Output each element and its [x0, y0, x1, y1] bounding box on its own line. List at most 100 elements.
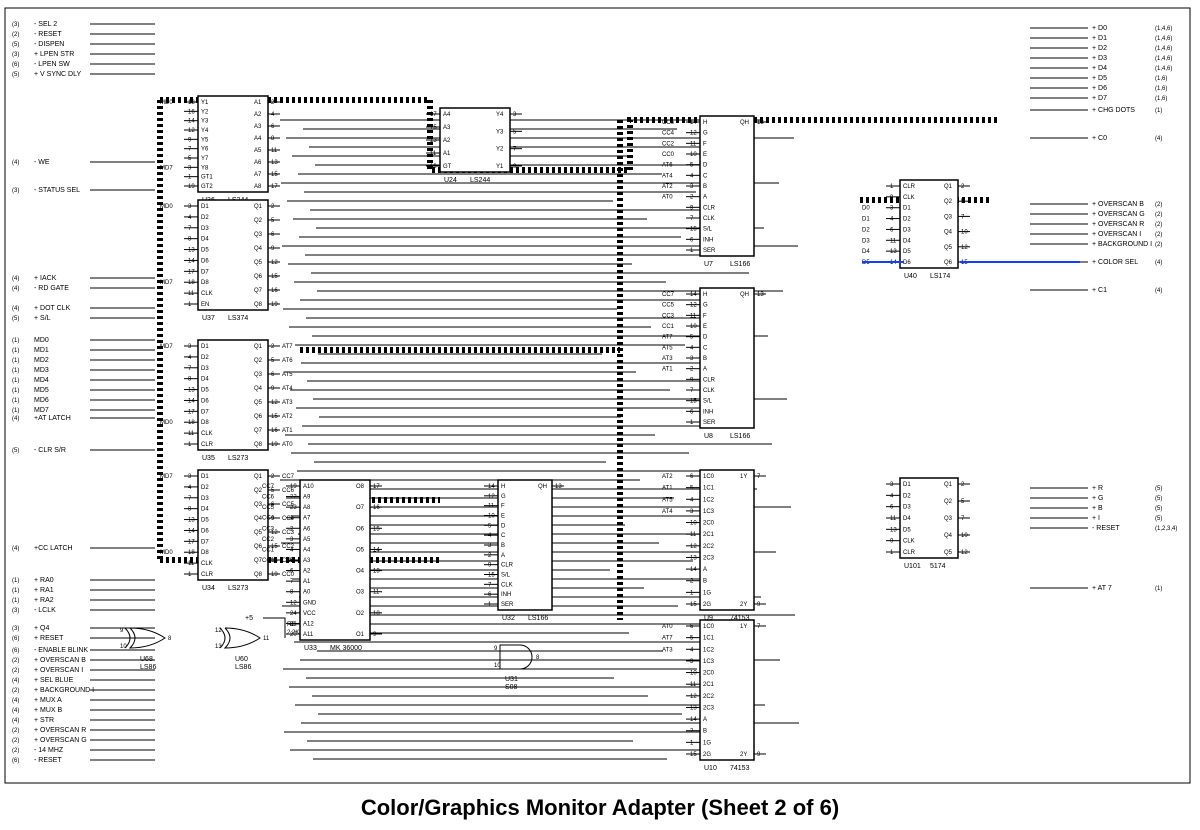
svg-text:D3: D3	[201, 496, 209, 502]
svg-text:6: 6	[271, 124, 275, 130]
svg-text:D5: D5	[903, 249, 911, 255]
svg-text:MD7: MD7	[160, 165, 173, 171]
svg-text:D6: D6	[201, 398, 209, 404]
svg-text:LS273: LS273	[228, 455, 248, 462]
svg-text:D3: D3	[903, 505, 911, 511]
svg-text:Y3: Y3	[201, 119, 209, 125]
svg-text:LS374: LS374	[228, 315, 248, 322]
svg-text:12: 12	[188, 128, 195, 134]
svg-text:17: 17	[188, 409, 195, 415]
svg-text:F: F	[703, 141, 707, 147]
svg-text:11: 11	[373, 590, 380, 596]
chip-u36: Y118MD0Y216Y314Y412Y59Y67Y75Y83MD7GT11GT…	[160, 96, 280, 204]
svg-text:Y7: Y7	[201, 156, 209, 162]
svg-text:MD0: MD0	[160, 204, 173, 210]
svg-text:9: 9	[188, 137, 192, 143]
svg-text:15: 15	[271, 414, 278, 420]
svg-text:A3: A3	[303, 558, 311, 564]
svg-text:D2: D2	[862, 227, 870, 233]
svg-text:CLK: CLK	[703, 216, 715, 222]
svg-text:+ D2: + D2	[1092, 45, 1107, 52]
svg-text:14: 14	[188, 119, 195, 125]
svg-text:2G: 2G	[703, 602, 711, 608]
svg-text:+ BACKGROUND I: + BACKGROUND I	[34, 687, 94, 694]
svg-text:CC5: CC5	[262, 505, 275, 511]
svg-text:A7: A7	[303, 516, 311, 522]
svg-text:1C3: 1C3	[703, 509, 715, 515]
svg-text:D1: D1	[862, 217, 870, 223]
svg-text:G: G	[501, 494, 506, 500]
svg-text:22: 22	[290, 495, 297, 501]
svg-text:5: 5	[271, 218, 275, 224]
svg-text:17: 17	[271, 184, 278, 190]
svg-text:F: F	[501, 504, 505, 510]
svg-text:1: 1	[690, 248, 694, 254]
svg-text:CC3: CC3	[262, 526, 275, 532]
svg-text:9: 9	[271, 386, 275, 392]
svg-text:QH: QH	[538, 484, 547, 490]
svg-text:MD4: MD4	[34, 377, 49, 384]
svg-text:19: 19	[290, 484, 297, 490]
svg-text:D6: D6	[201, 528, 209, 534]
svg-text:8: 8	[290, 590, 294, 596]
svg-text:CC7: CC7	[282, 474, 295, 480]
chip-u37: D13MD0D24D37D48D513D614D717D818MD7CLK11E…	[160, 200, 280, 322]
svg-text:A1: A1	[254, 100, 262, 106]
svg-text:18: 18	[188, 100, 195, 106]
svg-text:+ STR: + STR	[34, 717, 54, 724]
svg-text:7: 7	[757, 624, 761, 630]
svg-text:+ V SYNC DLY: + V SYNC DLY	[34, 71, 81, 78]
svg-text:SER: SER	[703, 248, 716, 254]
svg-text:Q1: Q1	[254, 344, 263, 350]
svg-text:LS174: LS174	[930, 273, 950, 280]
svg-text:Q2: Q2	[944, 199, 953, 205]
svg-text:1: 1	[690, 740, 694, 746]
svg-text:D2: D2	[201, 485, 209, 491]
svg-text:CC1: CC1	[662, 324, 675, 330]
svg-text:10: 10	[494, 663, 501, 669]
svg-text:AT6: AT6	[282, 358, 293, 364]
svg-text:10: 10	[690, 671, 697, 677]
svg-text:8: 8	[188, 377, 192, 383]
svg-text:O7: O7	[356, 505, 365, 511]
svg-text:A: A	[703, 195, 707, 201]
svg-text:GT: GT	[443, 164, 452, 170]
svg-text:12: 12	[961, 245, 968, 251]
svg-text:15: 15	[690, 602, 697, 608]
svg-text:(2): (2)	[12, 688, 19, 694]
svg-text:18: 18	[188, 420, 195, 426]
svg-text:SER: SER	[501, 602, 514, 608]
svg-text:Q8: Q8	[254, 572, 263, 578]
svg-text:(3): (3)	[12, 52, 19, 58]
svg-text:+ IACK: + IACK	[34, 275, 57, 282]
svg-text:(4): (4)	[1155, 136, 1162, 142]
svg-text:(2): (2)	[1155, 202, 1162, 208]
svg-text:D1: D1	[201, 474, 209, 480]
svg-text:CC6: CC6	[262, 495, 275, 501]
svg-text:4: 4	[690, 497, 694, 503]
svg-text:AT1: AT1	[662, 367, 673, 373]
svg-text:Y1: Y1	[201, 100, 209, 106]
svg-text:+ OVERSCAN B: + OVERSCAN B	[1092, 201, 1144, 208]
svg-text:D5: D5	[201, 518, 209, 524]
svg-text:+ D1: + D1	[1092, 35, 1107, 42]
svg-text:1C1: 1C1	[703, 486, 715, 492]
svg-text:+ RA0: + RA0	[34, 577, 54, 584]
svg-text:2Y: 2Y	[740, 602, 747, 608]
svg-text:(2): (2)	[1155, 212, 1162, 218]
svg-text:D7: D7	[201, 539, 209, 545]
svg-text:15: 15	[690, 752, 697, 758]
svg-text:23: 23	[290, 505, 297, 511]
svg-text:G: G	[703, 303, 708, 309]
svg-text:15: 15	[271, 172, 278, 178]
svg-text:17: 17	[373, 484, 380, 490]
svg-text:2.2K: 2.2K	[287, 630, 299, 636]
svg-text:(2): (2)	[12, 748, 19, 754]
svg-text:+ AT 7: + AT 7	[1092, 585, 1112, 592]
svg-text:3: 3	[488, 543, 492, 549]
svg-text:18: 18	[188, 280, 195, 286]
svg-text:H: H	[501, 484, 505, 490]
svg-text:8: 8	[188, 237, 192, 243]
svg-text:6: 6	[690, 474, 694, 480]
svg-text:(4): (4)	[12, 698, 19, 704]
